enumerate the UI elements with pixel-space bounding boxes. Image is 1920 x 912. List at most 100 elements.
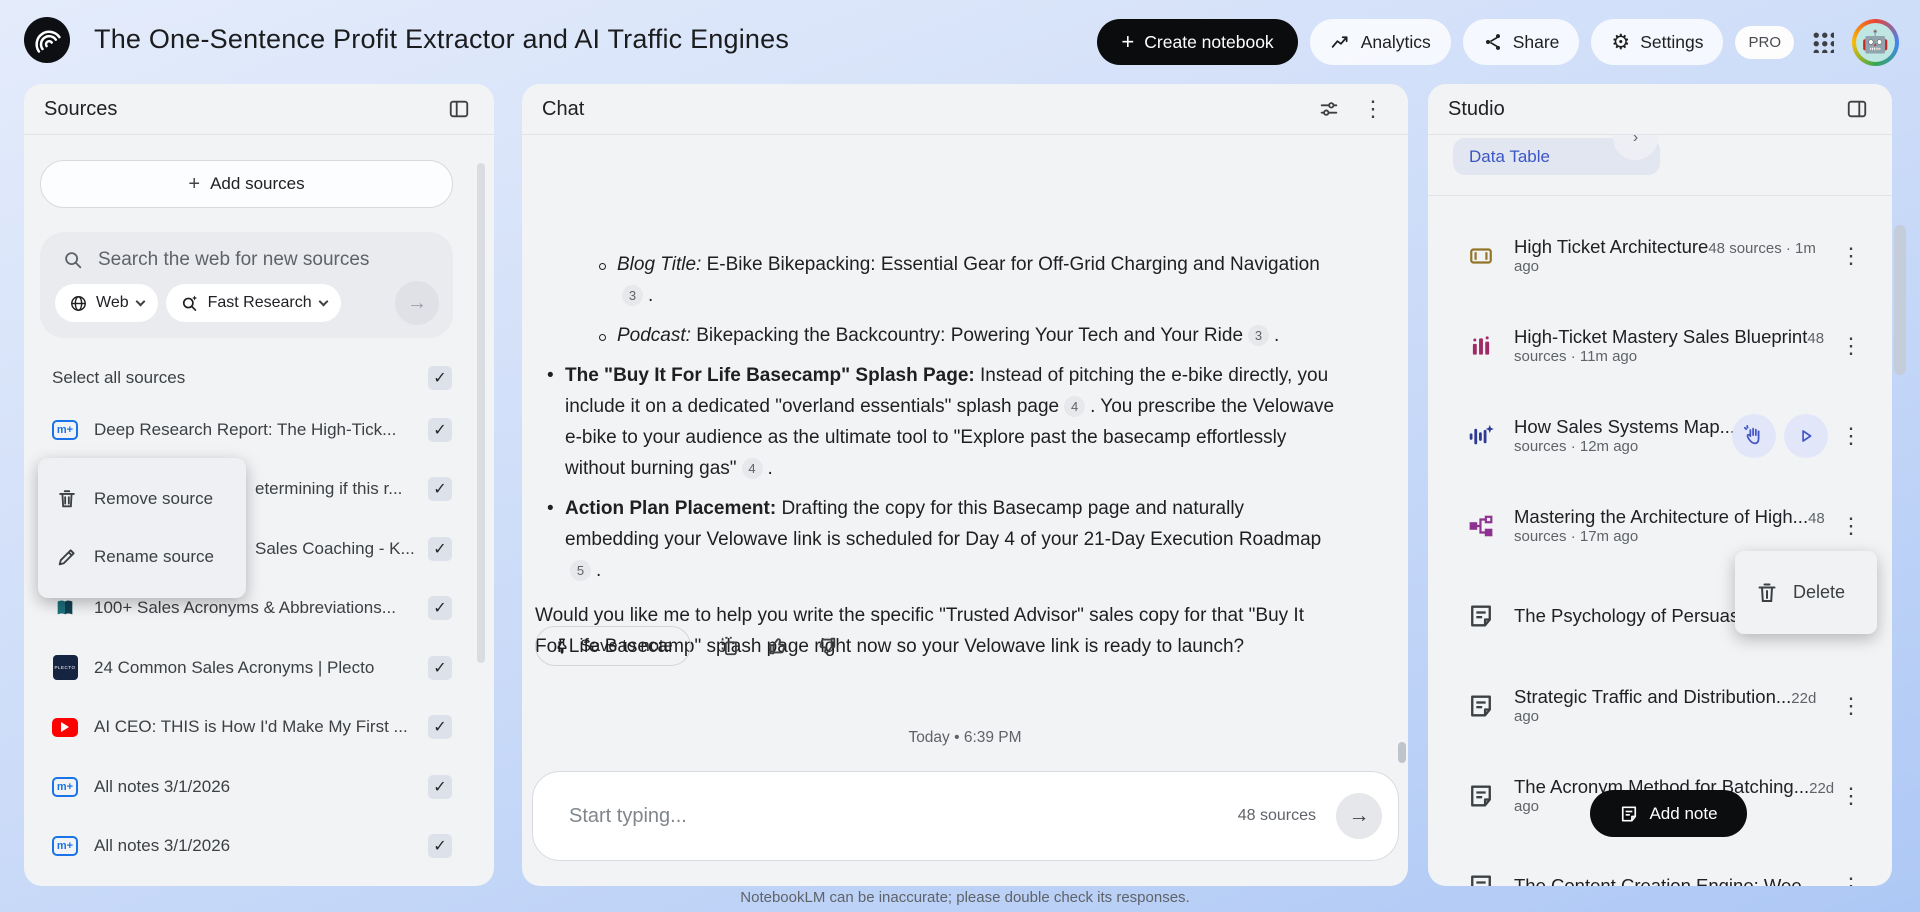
citation-chip[interactable]: 3 (622, 285, 643, 306)
save-to-note-button[interactable]: Save to note (535, 626, 691, 666)
source-context-menu: Remove source Rename source (38, 458, 246, 598)
rename-source-menu-item[interactable]: Rename source (38, 533, 246, 581)
source-checkbox[interactable]: ✓ (428, 596, 452, 621)
mindmap-icon (1469, 515, 1493, 537)
note-icon (1471, 605, 1491, 627)
copy-icon[interactable] (718, 635, 740, 657)
citation-chip[interactable]: 4 (1064, 396, 1086, 417)
page-scrollbar[interactable] (1894, 225, 1906, 375)
item-more-menu-icon[interactable]: ⋮ (1836, 329, 1866, 363)
search-submit-button[interactable]: → (395, 281, 439, 325)
analytics-button[interactable]: Analytics (1309, 19, 1451, 65)
notebooklm-note-icon: m+ (52, 776, 78, 797)
studio-item[interactable]: High Ticket Architecture48 sources · 1m … (1428, 211, 1892, 301)
chat-scrollbar[interactable] (1398, 742, 1406, 763)
citation-chip[interactable]: 5 (570, 560, 591, 581)
thumbs-down-icon[interactable] (816, 635, 838, 657)
chat-timestamp: Today • 6:39 PM (908, 729, 1022, 746)
chart-icon (1472, 336, 1490, 355)
plus-icon: + (188, 172, 201, 195)
studio-list: High Ticket Architecture48 sources · 1m … (1428, 211, 1892, 886)
trash-icon (59, 489, 75, 507)
chat-more-menu-icon[interactable]: ⋮ (1358, 92, 1388, 126)
source-row[interactable]: m+ All notes 3/1/2026 ✓ (24, 757, 494, 817)
create-notebook-button[interactable]: + Create notebook (1097, 19, 1298, 65)
notebooklm-note-icon: m+ (52, 836, 78, 857)
assistant-message: Blog Title: E-Bike Bikepacking: Essentia… (535, 249, 1335, 662)
sources-title: Sources (44, 97, 118, 120)
item-more-menu-icon[interactable]: ⋮ (1836, 779, 1866, 813)
source-row[interactable]: m+ Deep Research Report: The High-Tick..… (24, 400, 494, 460)
chevron-down-icon (318, 296, 329, 306)
studio-item[interactable]: Strategic Traffic and Distribution...22d… (1428, 661, 1892, 751)
audio-overview-icon (1469, 424, 1494, 445)
trash-icon (1758, 583, 1776, 602)
studio-item[interactable]: The Content Creation Engine: Wee... ⋮ (1428, 841, 1892, 886)
sources-scrollbar[interactable] (477, 163, 485, 663)
select-all-label: Select all sources (52, 368, 186, 387)
source-checkbox[interactable]: ✓ (428, 774, 452, 799)
item-more-menu-icon[interactable]: ⋮ (1836, 689, 1866, 723)
note-icon (1471, 785, 1491, 807)
source-row[interactable]: PLECTO 24 Common Sales Acronyms | Plecto… (24, 638, 494, 698)
play-audio-button[interactable] (1784, 414, 1828, 458)
source-checkbox[interactable]: ✓ (428, 715, 452, 740)
item-more-menu-icon[interactable]: ⋮ (1836, 239, 1866, 273)
pencil-icon (58, 549, 75, 566)
pro-badge: PRO (1735, 25, 1794, 59)
web-filter-dropdown[interactable]: Web (55, 284, 158, 322)
citation-chip[interactable]: 4 (741, 458, 763, 479)
chat-input-bar: 48 sources → (532, 771, 1399, 861)
chat-panel: Chat ⋮ Blog Title: E-Bike Bikepacking: E… (522, 84, 1408, 886)
studio-item[interactable]: High-Ticket Mastery Sales Blueprint48 so… (1428, 301, 1892, 391)
citation-chip[interactable]: 3 (1248, 325, 1270, 346)
select-all-row: Select all sources ✓ (52, 364, 452, 392)
thumbs-up-icon[interactable] (767, 635, 789, 657)
collapse-sources-panel-icon[interactable] (444, 94, 474, 124)
top-actions: + Create notebook Analytics Share ⚙ Sett… (1097, 0, 1899, 84)
item-more-menu-icon[interactable]: ⋮ (1836, 419, 1866, 453)
add-sources-button[interactable]: + Add sources (40, 160, 453, 208)
item-more-menu-icon[interactable]: ⋮ (1836, 509, 1866, 543)
share-button[interactable]: Share (1462, 19, 1580, 65)
bullet-icon (547, 493, 565, 586)
source-checkbox[interactable]: ✓ (428, 536, 452, 561)
top-bar: The One-Sentence Profit Extractor and AI… (0, 0, 1920, 84)
sources-header: Sources (24, 84, 494, 135)
studio-title: Studio (1448, 97, 1505, 120)
share-icon (1485, 34, 1500, 50)
settings-button[interactable]: ⚙ Settings (1591, 19, 1724, 65)
book-icon (57, 600, 73, 615)
interactive-mode-button[interactable] (1732, 414, 1776, 458)
source-checkbox[interactable]: ✓ (428, 655, 452, 680)
gear-icon: ⚙ (1611, 30, 1631, 54)
collapse-studio-panel-icon[interactable] (1842, 94, 1872, 124)
chat-input[interactable] (569, 804, 1238, 828)
delete-menu-item[interactable]: Delete (1735, 551, 1877, 634)
studio-item[interactable]: How Sales Systems Map...48 sources · 12m… (1428, 391, 1892, 481)
source-checkbox[interactable]: ✓ (428, 834, 452, 859)
chat-settings-icon[interactable] (1314, 94, 1344, 124)
item-more-menu-icon[interactable]: ⋮ (1836, 869, 1866, 886)
source-checkbox[interactable]: ✓ (428, 477, 452, 502)
chat-header: Chat ⋮ (522, 84, 1408, 135)
message-actions: Save to note (535, 626, 838, 666)
google-apps-grid-icon[interactable] (1812, 31, 1834, 53)
add-note-button[interactable]: Add note (1590, 790, 1747, 837)
search-web-input[interactable]: Search the web for new sources (98, 249, 369, 271)
remove-source-menu-item[interactable]: Remove source (38, 475, 246, 523)
send-button[interactable]: → (1336, 793, 1382, 839)
search-icon (65, 252, 82, 269)
select-all-checkbox[interactable]: ✓ (428, 366, 452, 390)
account-avatar[interactable]: 🤖 (1852, 18, 1899, 66)
studio-header: Studio (1428, 84, 1892, 135)
pin-icon (557, 638, 567, 654)
source-checkbox[interactable]: ✓ (428, 417, 452, 442)
bullet-icon (547, 360, 565, 484)
notebooklm-logo-icon[interactable] (24, 17, 70, 63)
research-mode-dropdown[interactable]: Fast Research (165, 284, 341, 322)
source-row[interactable]: AI CEO: THIS is How I'd Make My First ..… (24, 698, 494, 758)
hollow-bullet-icon (599, 263, 606, 270)
disclaimer-text: NotebookLM can be inaccurate; please dou… (740, 889, 1190, 906)
source-row[interactable]: m+ All notes 3/1/2026 ✓ (24, 817, 494, 877)
